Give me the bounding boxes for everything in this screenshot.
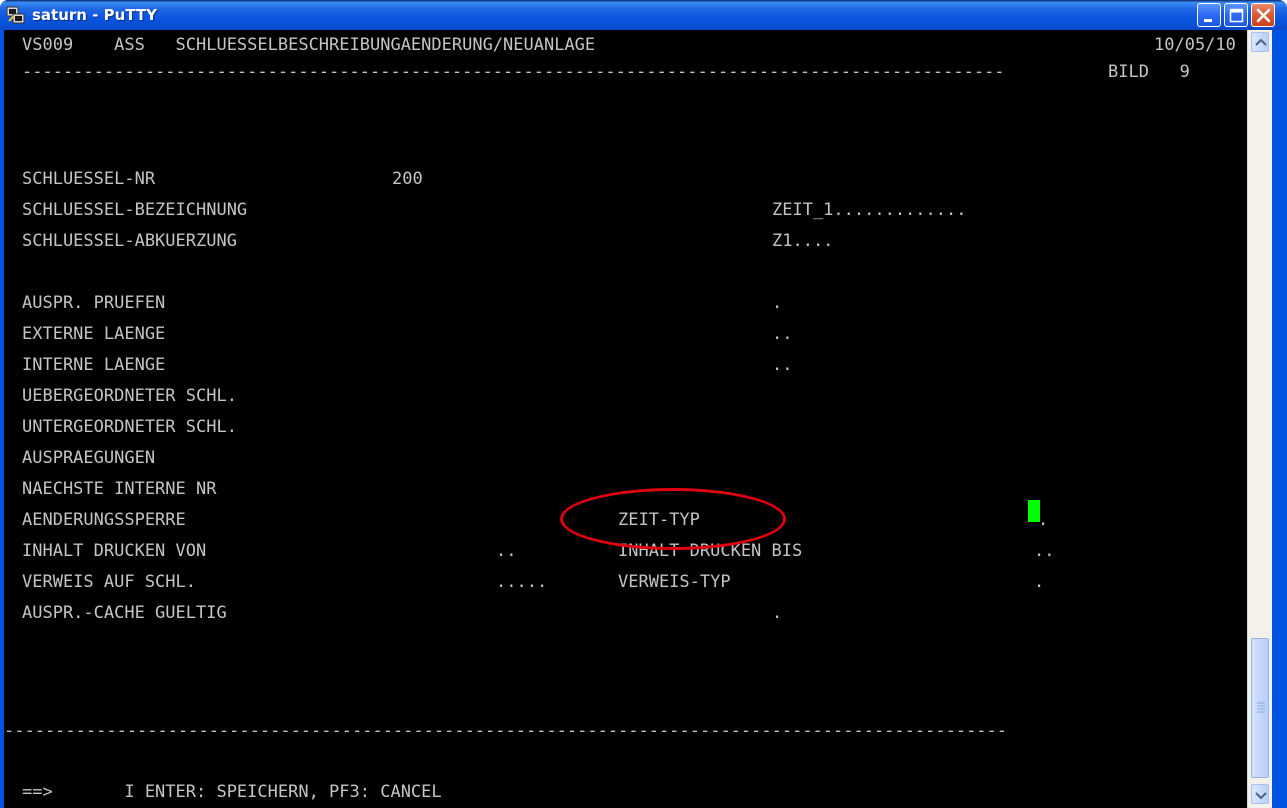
zeit-typ-field[interactable]: .: [1038, 505, 1048, 535]
minimize-button[interactable]: [1197, 3, 1221, 27]
separator-bottom: ----------------------------------------…: [4, 721, 1008, 741]
screen-header: VS009 ASS SCHLUESSELBESCHREIBUNGAENDERUN…: [22, 35, 596, 55]
minimize-icon: [1204, 19, 1212, 22]
putty-window: saturn - PuTTY VS009 ASS SCHLUESSELBESCH…: [0, 0, 1287, 808]
command-prompt[interactable]: ==> I ENTER: SPEICHERN, PF3: CANCEL: [22, 777, 442, 807]
verweis-label: VERWEIS AUF SCHL.: [22, 572, 196, 592]
externe-laenge-field[interactable]: ..: [772, 319, 792, 349]
chevron-down-icon: [1255, 792, 1267, 800]
bezeichnung-label: SCHLUESSEL-BEZEICHNUNG: [22, 200, 248, 220]
inhalt-bis-field[interactable]: ..: [1034, 536, 1054, 566]
chevron-up-icon: [1255, 38, 1267, 46]
auspr-pruefen-field[interactable]: .: [772, 288, 782, 318]
schluessel-nr-label: SCHLUESSEL-NR: [22, 169, 156, 189]
interne-laenge-field[interactable]: ..: [772, 350, 792, 380]
scroll-down-button[interactable]: [1251, 784, 1269, 804]
window-title: saturn - PuTTY: [32, 6, 157, 24]
cache-gueltig-field[interactable]: .: [772, 598, 782, 628]
interne-laenge-label: INTERNE LAENGE: [22, 355, 166, 375]
close-button[interactable]: [1251, 3, 1275, 27]
putty-app-icon[interactable]: [6, 5, 26, 25]
maximize-button[interactable]: [1224, 3, 1248, 27]
scroll-up-button[interactable]: [1251, 32, 1269, 52]
window-frame-right: [1272, 30, 1287, 808]
verweis-typ-field[interactable]: .: [1034, 567, 1044, 597]
maximize-icon: [1229, 8, 1244, 23]
bezeichnung-field[interactable]: ZEIT_1.............: [772, 195, 966, 225]
aenderungssperre-label: AENDERUNGSSPERRE: [22, 510, 186, 530]
red-highlight-ellipse: [560, 488, 786, 550]
naechste-nr-label: NAECHSTE INTERNE NR: [22, 479, 217, 499]
close-icon: [1256, 8, 1271, 23]
inhalt-von-label: INHALT DRUCKEN VON: [22, 541, 207, 561]
auspr-pruefen-label: AUSPR. PRUEFEN: [22, 293, 166, 313]
screen-date: 10/05/10: [1154, 35, 1236, 55]
cache-gueltig-label: AUSPR.-CACHE GUELTIG: [22, 603, 227, 623]
abkuerzung-label: SCHLUESSEL-ABKUERZUNG: [22, 231, 237, 251]
grip-icon: [1257, 702, 1265, 713]
verweis-typ-label: VERWEIS-TYP: [618, 572, 731, 592]
auspraegungen-label: AUSPRAEGUNGEN: [22, 448, 156, 468]
schluessel-nr-value: 200: [392, 169, 423, 189]
scroll-thumb[interactable]: [1251, 638, 1269, 778]
uebergeordneter-label: UEBERGEORDNETER SCHL.: [22, 386, 237, 406]
screen-number: BILD 9: [1108, 62, 1190, 82]
abkuerzung-field[interactable]: Z1....: [772, 226, 833, 256]
terminal-screen[interactable]: VS009 ASS SCHLUESSELBESCHREIBUNGAENDERUN…: [4, 30, 1247, 808]
untergeordneter-label: UNTERGEORDNETER SCHL.: [22, 417, 237, 437]
externe-laenge-label: EXTERNE LAENGE: [22, 324, 166, 344]
verweis-field[interactable]: .....: [496, 567, 547, 597]
inhalt-von-field[interactable]: ..: [496, 536, 516, 566]
separator-top: ----------------------------------------…: [22, 62, 1005, 82]
title-bar[interactable]: saturn - PuTTY: [0, 0, 1287, 30]
